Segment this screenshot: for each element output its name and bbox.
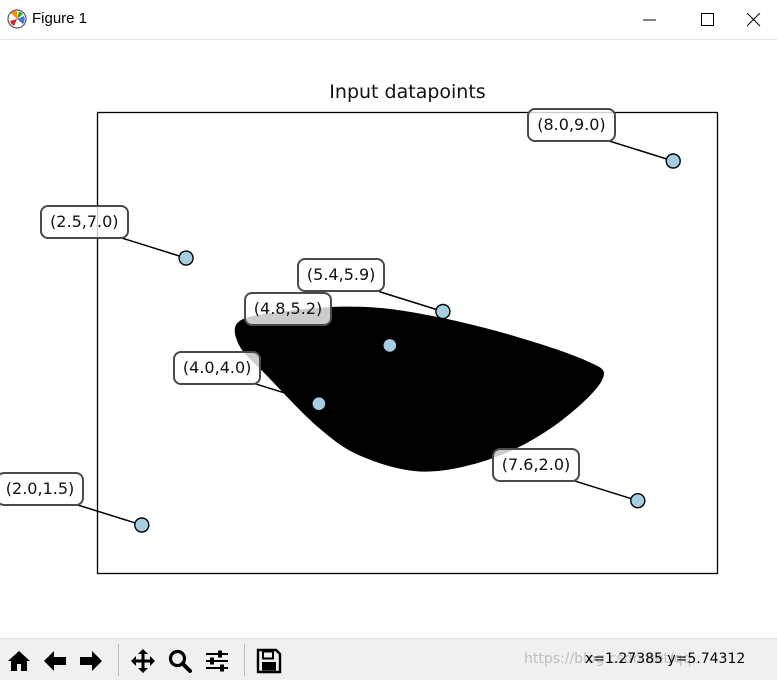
zoom-button[interactable]	[164, 645, 196, 677]
configure-subplots-button[interactable]	[201, 645, 233, 677]
sliders-icon	[206, 650, 228, 672]
pan-button[interactable]	[127, 645, 159, 677]
annotation-leader-line	[77, 504, 143, 526]
window-titlebar: Figure 1	[0, 0, 777, 40]
close-icon	[747, 13, 761, 27]
minimize-button[interactable]	[627, 0, 673, 40]
annotation-leader-line	[378, 290, 444, 313]
data-point	[382, 337, 398, 354]
point-annotation: (7.6,2.0)	[491, 447, 581, 482]
data-point	[134, 517, 150, 533]
forward-button[interactable]	[75, 645, 107, 677]
point-annotation: (2.0,1.5)	[0, 471, 85, 506]
figure-canvas[interactable]: Input datapoints (2.0,1.5) (2.5,7.0) (4.0,…	[0, 40, 777, 638]
maximize-icon	[701, 13, 714, 26]
home-button[interactable]	[3, 645, 35, 677]
save-button[interactable]	[253, 645, 285, 677]
data-point	[311, 396, 327, 412]
navigation-toolbar: https://blog.csdn.net/qq x=1.27385 y=5.7…	[0, 638, 777, 680]
close-button[interactable]	[731, 0, 777, 40]
window-title: Figure 1	[32, 10, 88, 27]
point-annotation: (4.0,4.0)	[172, 350, 262, 385]
plot-title: Input datapoints	[329, 81, 486, 103]
move-arrows-icon	[131, 649, 155, 673]
maximize-button[interactable]	[685, 0, 731, 40]
floppy-disk-icon	[256, 648, 282, 674]
point-annotation: (5.4,5.9)	[296, 258, 386, 293]
plot-svg	[77, 111, 719, 575]
annotation-leader-line	[608, 140, 674, 162]
data-point	[665, 153, 681, 169]
decision-region	[234, 306, 604, 472]
point-annotation: (8.0,9.0)	[527, 108, 616, 143]
arrow-left-icon	[44, 651, 66, 671]
point-annotation: (4.8,5.2)	[243, 292, 333, 327]
data-point	[630, 493, 646, 509]
matplotlib-logo-icon	[7, 9, 27, 29]
toolbar-separator	[118, 644, 119, 676]
toolbar-separator	[244, 644, 245, 676]
magnifier-icon	[168, 649, 192, 673]
data-point	[435, 303, 451, 320]
data-point	[178, 250, 194, 266]
back-button[interactable]	[39, 645, 71, 677]
home-icon	[8, 651, 30, 671]
cursor-coordinates: x=1.27385 y=5.74312	[585, 651, 746, 667]
minimize-icon	[643, 19, 656, 21]
arrow-right-icon	[80, 651, 102, 671]
point-annotation: (2.5,7.0)	[40, 205, 129, 240]
annotation-leader-line	[121, 237, 187, 259]
annotation-leader-line	[573, 479, 639, 502]
